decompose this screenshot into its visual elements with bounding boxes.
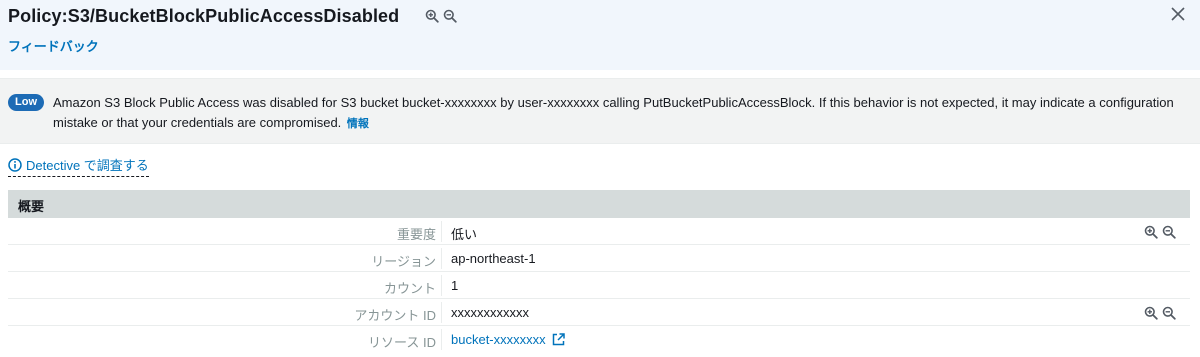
table-row: リージョン ap-northeast-1 [8,245,1190,272]
resource-id-link[interactable]: bucket-xxxxxxxx [451,332,565,347]
finding-description-panel: Low Amazon S3 Block Public Access was di… [0,78,1200,144]
zoom-out-icon[interactable] [1162,225,1176,239]
row-value-region: ap-northeast-1 [451,251,536,266]
finding-header: Policy:S3/BucketBlockPublicAccessDisable… [0,0,1200,70]
row-key-region: リージョン [371,254,436,269]
table-row: リソース ID bucket-xxxxxxxx [8,326,1190,353]
zoom-out-icon[interactable] [1162,306,1176,320]
table-row: 重要度 低い [8,218,1190,245]
row-value-resource-id[interactable]: bucket-xxxxxxxx [451,332,546,347]
close-icon[interactable] [1170,6,1186,22]
row-filter-icons [1144,225,1176,239]
finding-description: Amazon S3 Block Public Access was disabl… [53,93,1188,134]
finding-title: Policy:S3/BucketBlockPublicAccessDisable… [8,5,400,26]
table-row: アカウント ID xxxxxxxxxxxx [8,299,1190,326]
investigate-detective-link[interactable]: Detective で調査する [8,155,149,177]
overview-title: 概要 [18,199,45,214]
table-row: カウント 1 [8,272,1190,299]
severity-badge: Low [8,94,44,111]
row-key-account-id: アカウント ID [354,308,436,323]
description-text: Amazon S3 Block Public Access was disabl… [53,95,1174,130]
column-divider [441,329,442,350]
zoom-in-icon[interactable] [1144,225,1158,239]
info-circle-icon [8,157,22,172]
detective-label: Detective で調査する [26,158,149,173]
row-key-severity: 重要度 [396,227,436,242]
row-key-resource-id: リソース ID [368,335,436,350]
info-link[interactable]: 情報 [347,118,369,130]
overview-table: 重要度 低い リージョン ap-northeast-1 カウント 1 アカウント… [8,218,1190,353]
feedback-link[interactable]: フィードバック [8,36,99,55]
row-value-count: 1 [451,278,459,293]
external-link-icon[interactable] [552,333,565,346]
title-row: Policy:S3/BucketBlockPublicAccessDisable… [8,4,457,28]
column-divider [441,221,442,242]
zoom-in-icon[interactable] [425,9,439,23]
overview-header: 概要 [8,190,1190,218]
row-filter-icons [1144,306,1176,320]
row-key-count: カウント [383,281,436,296]
row-value-severity: 低い [451,227,478,242]
column-divider [441,302,442,323]
column-divider [441,275,442,296]
zoom-in-icon[interactable] [1144,306,1158,320]
zoom-out-icon[interactable] [443,9,457,23]
column-divider [441,248,442,269]
title-filter-icons [425,9,457,23]
row-value-account-id: xxxxxxxxxxxx [451,305,529,320]
